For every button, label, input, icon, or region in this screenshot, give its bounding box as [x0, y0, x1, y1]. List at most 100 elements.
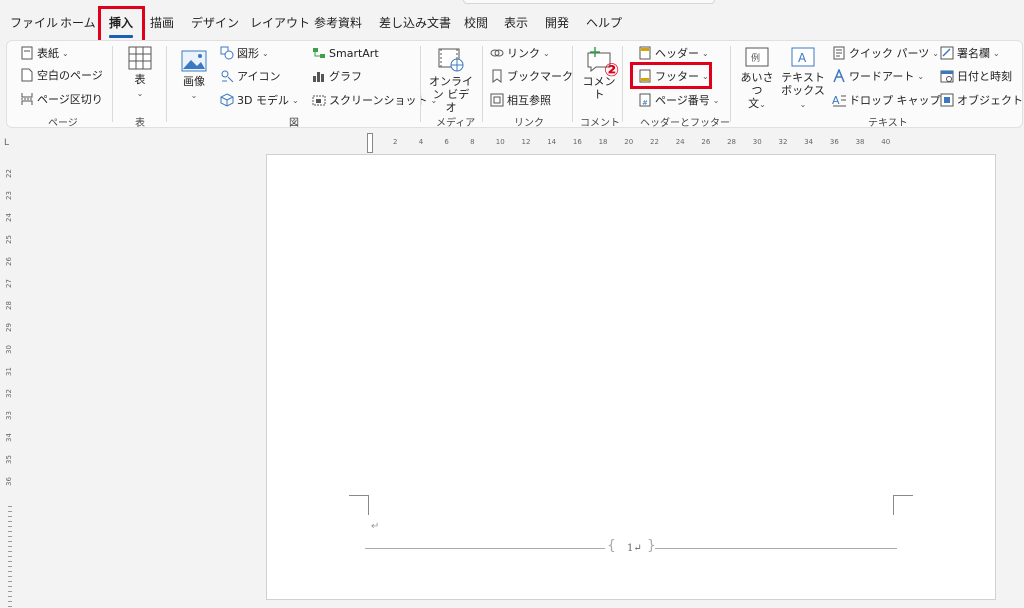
object-icon	[940, 93, 954, 107]
ruler-tick-label: 16	[572, 138, 582, 146]
bookmark-icon	[490, 69, 504, 83]
quick-parts-icon	[832, 46, 846, 60]
table-button[interactable]: 表 ⌄	[122, 46, 158, 100]
date-time-button[interactable]: 日付と時刻	[940, 67, 1012, 85]
tab-mailings[interactable]: 差し込み文書	[379, 14, 451, 31]
greeting-button[interactable]: 例 あいさつ 文⌄	[738, 46, 776, 111]
icons-button[interactable]: アイコン	[220, 67, 280, 85]
ruler-dash	[8, 521, 12, 522]
ruler-dash	[8, 506, 12, 507]
tab-layout[interactable]: レイアウト	[250, 14, 310, 31]
ruler-tick-label: 31	[5, 367, 13, 376]
icons-icon	[220, 69, 234, 83]
tab-view[interactable]: 表示	[504, 14, 528, 31]
drop-cap-button[interactable]: A ドロップ キャップ⌄	[832, 91, 950, 109]
page-break-button[interactable]: ページ区切り	[20, 90, 103, 108]
ruler-tick-label: 24	[5, 213, 13, 222]
signature-line-button[interactable]: 署名欄 ⌄	[940, 44, 1000, 62]
tab-file[interactable]: ファイル	[10, 14, 58, 31]
ruler-dash	[8, 526, 12, 527]
ruler-dash	[8, 551, 12, 552]
drop-cap-icon: A	[832, 93, 846, 107]
page-number-button[interactable]: # ページ番号 ⌄	[638, 91, 719, 109]
group-separator	[572, 46, 573, 122]
page-number-field[interactable]: {	[607, 538, 616, 554]
page-break-icon	[20, 92, 34, 106]
chevron-down-icon: ⌄	[917, 71, 925, 81]
ruler-tick-label: 8	[470, 138, 475, 146]
ruler-tick-label: 26	[701, 138, 711, 146]
screenshot-button[interactable]: スクリーンショット ⌄	[312, 91, 437, 109]
header-button[interactable]: ヘッダー ⌄	[638, 44, 709, 62]
tab-developer[interactable]: 開発	[545, 14, 569, 31]
ruler-tick-label: 12	[521, 138, 531, 146]
cover-page-button[interactable]: 表紙 ⌄	[20, 44, 69, 62]
group-separator	[482, 46, 483, 122]
tab-draw[interactable]: 描画	[150, 14, 174, 31]
group-separator	[420, 46, 421, 122]
table-icon	[128, 46, 152, 73]
ruler-tick-label: 29	[5, 323, 13, 332]
chevron-down-icon: ⌄	[712, 95, 720, 105]
bookmark-button[interactable]: ブックマーク	[490, 67, 573, 85]
ribbon-tab-bar: ファイル ホーム 挿入 描画 デザイン レイアウト 参考資料 差し込み文書 校閲…	[0, 0, 1024, 40]
ruler-tick-label: 23	[5, 191, 13, 200]
svg-text:例: 例	[751, 52, 760, 64]
online-video-button[interactable]: オンライン ビデオ	[428, 48, 474, 114]
tab-design[interactable]: デザイン	[191, 14, 239, 31]
wordart-button[interactable]: ワードアート ⌄	[832, 67, 924, 85]
ruler-dash	[8, 561, 12, 562]
ruler-tick-label: 30	[752, 138, 762, 146]
chart-icon	[312, 69, 326, 83]
tab-references[interactable]: 参考資料	[314, 14, 362, 31]
svg-text:#: #	[642, 99, 648, 107]
tab-help[interactable]: ヘルプ	[586, 14, 622, 31]
group-label-links: リンク	[514, 118, 544, 129]
group-separator	[730, 46, 731, 122]
chart-button[interactable]: グラフ	[312, 67, 362, 85]
ruler-dash	[8, 571, 12, 572]
shapes-button[interactable]: 図形 ⌄	[220, 44, 269, 62]
quick-parts-button[interactable]: クイック パーツ ⌄	[832, 44, 939, 62]
ruler-tick-label: 4	[418, 138, 424, 146]
smartart-button[interactable]: SmartArt	[312, 44, 379, 62]
ruler-tick-label: 27	[5, 279, 13, 288]
ruler-tick-label: 33	[5, 411, 13, 420]
ruler-dash	[8, 601, 12, 602]
cover-page-icon	[20, 46, 34, 60]
text-box-button[interactable]: A テキスト ボックス⌄	[780, 46, 826, 111]
ruler-tick-label: 18	[598, 138, 608, 146]
ruler-tick-label: 22	[5, 169, 13, 178]
tab-review[interactable]: 校閲	[464, 14, 488, 31]
3d-models-button[interactable]: 3D モデル ⌄	[220, 91, 299, 109]
chevron-down-icon: ⌄	[799, 100, 807, 109]
svg-text:A: A	[832, 94, 840, 107]
chevron-down-icon: ⌄	[932, 48, 939, 58]
ruler-tick-label: 34	[5, 433, 13, 442]
chevron-down-icon: ⌄	[702, 48, 709, 58]
search-box[interactable]	[463, 0, 715, 4]
ruler-tick-label: 10	[495, 138, 505, 146]
page-number-text: 1↵	[627, 543, 642, 554]
chevron-down-icon: ⌄	[993, 48, 1000, 58]
indent-marker[interactable]	[367, 133, 373, 153]
document-page[interactable]: ↵ { 1↵ }	[266, 154, 996, 600]
group-label-comments: コメント	[580, 118, 620, 129]
ruler-dash	[8, 511, 12, 512]
ruler-tick-label: 38	[855, 138, 865, 146]
ruler-tick-label: 24	[675, 138, 685, 146]
link-button[interactable]: リンク ⌄	[490, 44, 550, 62]
group-label-text: テキスト	[868, 118, 908, 129]
tab-home[interactable]: ホーム	[60, 14, 96, 31]
horizontal-ruler[interactable]: 2 4 6 8 10 12 14 16 18 20 22 24 26 28 30 32 34 36 38 40	[363, 134, 895, 152]
ruler-dash	[8, 606, 12, 607]
object-button[interactable]: オブジェクト⌄	[940, 91, 1024, 109]
vertical-ruler[interactable]: 22 23 24 25 26 27 28 29 30 31 32 33 34 35 36	[0, 134, 20, 608]
ruler-tick-label: 6	[444, 138, 449, 146]
picture-button[interactable]: 画像 ⌄	[176, 50, 212, 102]
wordart-icon	[832, 69, 846, 83]
screenshot-icon	[312, 93, 326, 107]
blank-page-button[interactable]: 空白のページ	[20, 66, 103, 84]
ruler-tick-label: 28	[5, 301, 13, 310]
cross-reference-button[interactable]: 相互参照	[490, 91, 551, 109]
